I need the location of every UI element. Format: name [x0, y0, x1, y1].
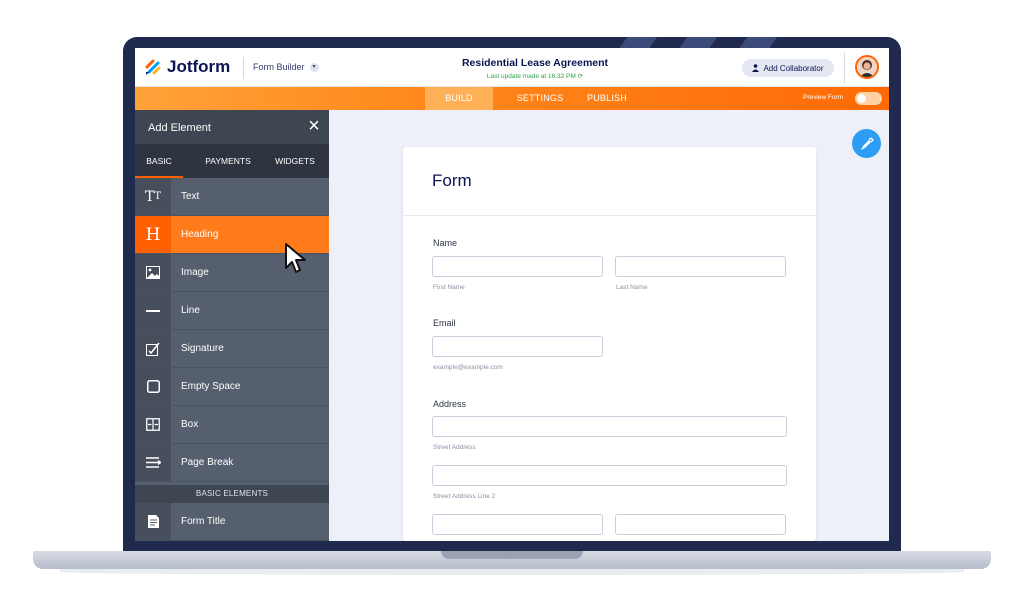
avatar-portrait-icon [857, 57, 877, 77]
text-icon: TT [135, 178, 171, 215]
address-label: Address [433, 399, 467, 409]
street-address-sublabel: Street Address [433, 444, 476, 451]
form-builder-label: Form Builder [253, 62, 305, 72]
user-avatar[interactable] [855, 55, 879, 79]
add-collaborator-button[interactable]: Add Collaborator [742, 59, 834, 77]
tab-widgets[interactable]: WIDGETS [267, 144, 323, 178]
element-item-empty-space[interactable]: Empty Space [135, 368, 329, 406]
element-item-box[interactable]: Box [135, 406, 329, 444]
element-label: Line [181, 305, 200, 316]
form-heading[interactable]: Form [432, 171, 472, 191]
document-title[interactable]: Residential Lease Agreement [385, 57, 685, 69]
form-canvas: Form Name First Name Last Name Email exa… [403, 147, 816, 541]
box-icon [135, 406, 171, 443]
tab-build[interactable]: BUILD [425, 87, 493, 110]
builder-nav-bar: BUILD SETTINGS PUBLISH Preview Form [135, 87, 889, 110]
chevron-down-icon: ▾ [309, 62, 319, 72]
paint-roller-icon [860, 136, 874, 150]
panel-title: Add Element [148, 122, 211, 134]
state-input[interactable] [615, 514, 786, 535]
line-icon [135, 292, 171, 329]
heading-icon: H [135, 216, 171, 253]
element-label: Image [181, 267, 209, 278]
element-label: Text [181, 191, 200, 202]
element-item-signature[interactable]: Signature [135, 330, 329, 368]
laptop-notch [441, 551, 583, 559]
last-update-status: Last update made at 16:32 PM ⟳ [486, 73, 584, 80]
city-input[interactable] [432, 514, 603, 535]
element-label: Heading [181, 229, 219, 240]
element-label: Form Title [181, 516, 226, 527]
jotform-logo-icon[interactable] [145, 58, 161, 76]
tab-publish[interactable]: PUBLISH [580, 87, 634, 110]
close-icon[interactable]: × [305, 116, 323, 136]
tab-settings[interactable]: SETTINGS [507, 87, 573, 110]
user-icon [752, 64, 760, 72]
name-label: Name [433, 238, 458, 248]
image-icon [135, 254, 171, 291]
refresh-icon: ⟳ [577, 73, 584, 80]
brand-name[interactable]: Jotform [167, 57, 230, 77]
element-item-line[interactable]: Line [135, 292, 329, 330]
street-address-line2-sublabel: Street Address Line 2 [433, 493, 496, 500]
element-item-form-title[interactable]: Form Title [135, 503, 329, 541]
page-break-icon [135, 444, 171, 481]
preview-form-toggle[interactable] [855, 92, 882, 105]
mouse-pointer-icon [285, 243, 306, 273]
email-label: Email [433, 318, 456, 328]
top-bar: Jotform Form Builder ▾ Residential Lease… [135, 48, 889, 87]
email-sublabel: example@example.com [433, 364, 503, 371]
form-designer-button[interactable] [852, 129, 881, 158]
last-name-sublabel: Last Name [616, 284, 648, 291]
panel-header: Add Element × [135, 110, 329, 144]
street-address-input[interactable] [432, 416, 787, 437]
add-element-panel: Add Element × BASIC PAYMENTS WIDGETS TT … [135, 110, 329, 541]
laptop-mockup: Jotform Form Builder ▾ Residential Lease… [0, 0, 1024, 609]
element-item-text[interactable]: TT Text [135, 178, 329, 216]
app-screen: Jotform Form Builder ▾ Residential Lease… [135, 48, 889, 541]
preview-form-label: Preview Form [803, 94, 844, 101]
first-name-input[interactable] [432, 256, 603, 277]
element-category-tabs: BASIC PAYMENTS WIDGETS [135, 144, 329, 178]
element-item-page-break[interactable]: Page Break [135, 444, 329, 482]
signature-icon [135, 330, 171, 367]
basic-elements-section-label: BASIC ELEMENTS [135, 485, 329, 503]
tab-payments[interactable]: PAYMENTS [195, 144, 261, 178]
element-label: Box [181, 419, 199, 430]
element-label: Page Break [181, 457, 234, 468]
street-address-line2-input[interactable] [432, 465, 787, 486]
tab-basic[interactable]: BASIC [135, 144, 183, 178]
first-name-sublabel: First Name [433, 284, 465, 291]
email-input[interactable] [432, 336, 603, 357]
form-builder-dropdown[interactable]: Form Builder ▾ [253, 62, 319, 72]
element-label: Empty Space [181, 381, 241, 392]
last-name-input[interactable] [615, 256, 786, 277]
add-collaborator-label: Add Collaborator [763, 63, 824, 73]
element-label: Signature [181, 343, 224, 354]
form-title-icon [135, 503, 171, 540]
empty-space-icon [135, 368, 171, 405]
